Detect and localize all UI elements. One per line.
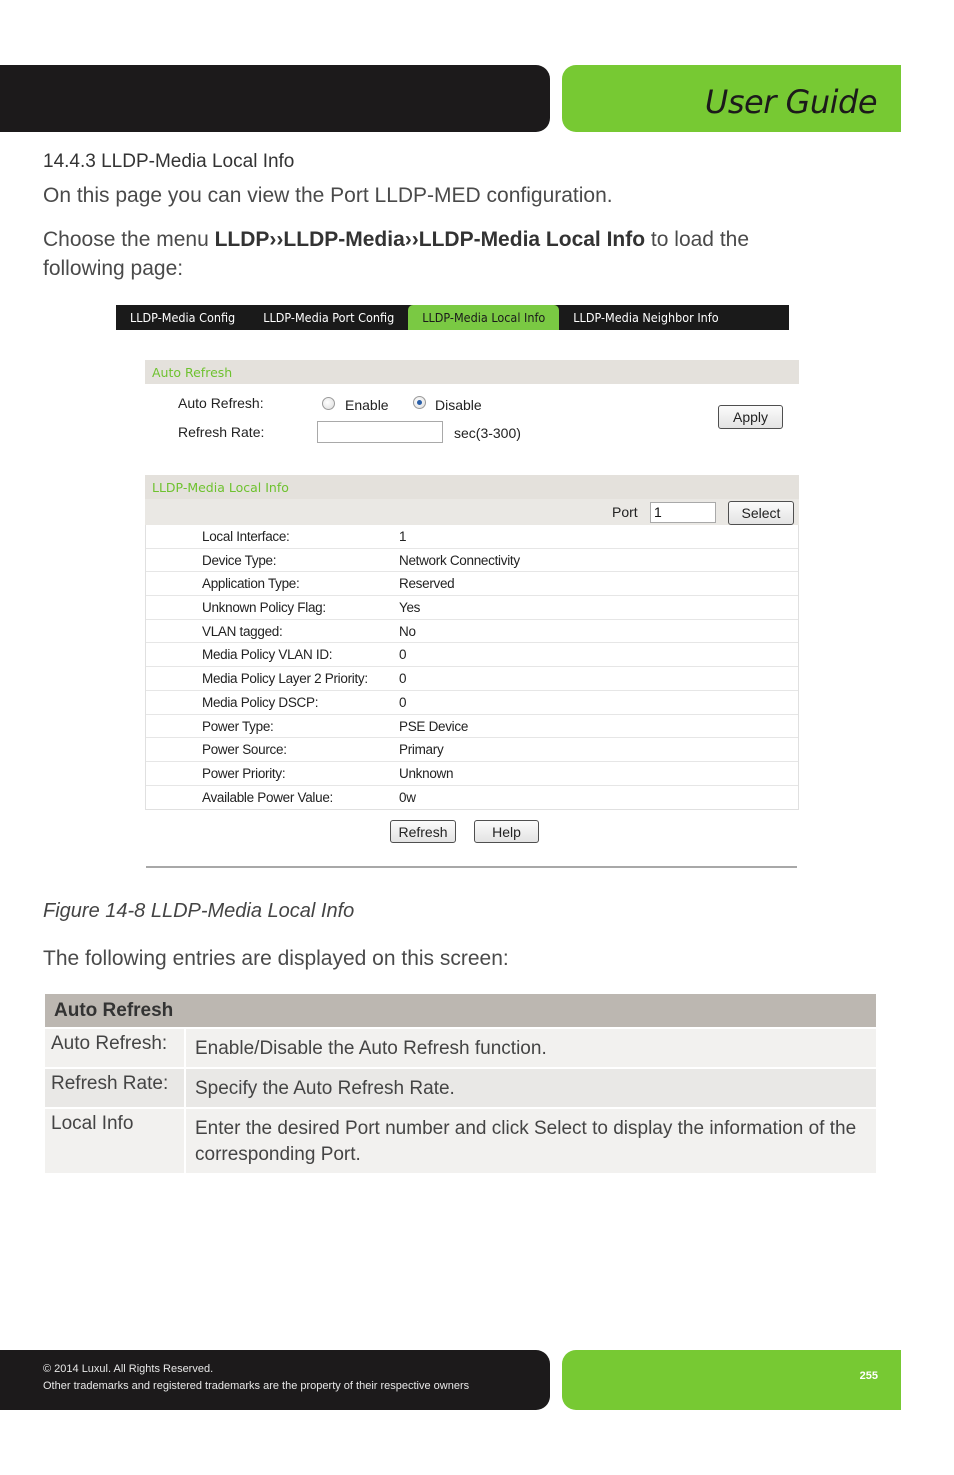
tab-lldp-media-local-info[interactable]: LLDP-Media Local Info — [408, 305, 560, 330]
info-value: Reserved — [399, 576, 455, 592]
info-value: 0w — [399, 789, 416, 805]
footer-green-bar: 255 — [562, 1350, 901, 1410]
intro-paragraph: On this page you can view the Port LLDP-… — [43, 184, 613, 207]
info-key: Application Type: — [202, 576, 300, 592]
info-key: Power Priority: — [202, 765, 286, 781]
description-table-header: Auto Refresh — [45, 994, 876, 1027]
info-row: Power Priority: Unknown — [146, 762, 798, 786]
enable-radio-label[interactable]: Enable — [345, 397, 389, 413]
refresh-rate-label: Refresh Rate: — [178, 424, 265, 440]
section-title: 14.4.3 LLDP-Media Local Info — [43, 151, 295, 172]
info-row: Unknown Policy Flag: Yes — [146, 596, 798, 620]
field-description: Specify the Auto Refresh Rate. — [186, 1069, 876, 1107]
description-row: Refresh Rate: Specify the Auto Refresh R… — [45, 1069, 876, 1107]
menu-path: LLDP››LLDP-Media››LLDP-Media Local Info — [214, 228, 646, 251]
port-label: Port — [612, 504, 638, 520]
auto-refresh-panel-header: Auto Refresh — [145, 360, 799, 384]
footer-dark-bar: © 2014 Luxul. All Rights Reserved. Other… — [0, 1350, 550, 1410]
select-button[interactable]: Select — [728, 501, 794, 525]
refresh-button[interactable]: Refresh — [390, 820, 456, 843]
help-button[interactable]: Help — [474, 820, 539, 843]
local-info-table: Local Interface: 1 Device Type: Network Co… — [145, 525, 799, 811]
auto-refresh-label: Auto Refresh: — [178, 395, 264, 411]
info-key: Unknown Policy Flag: — [202, 600, 326, 616]
info-key: Media Policy DSCP: — [202, 694, 319, 710]
tab-lldp-media-port-config[interactable]: LLDP-Media Port Config — [249, 305, 408, 330]
info-row: Power Source: Primary — [146, 738, 798, 762]
refresh-rate-hint: sec(3-300) — [454, 425, 521, 441]
description-table: Auto Refresh Auto Refresh: Enable/Disabl… — [45, 994, 876, 1173]
info-key: Power Source: — [202, 742, 287, 758]
figure-caption: Figure 14-8 LLDP-Media Local Info — [43, 900, 355, 922]
port-input[interactable]: 1 — [650, 502, 716, 523]
tab-lldp-media-config[interactable]: LLDP-Media Config — [116, 305, 249, 330]
description-row: Local Info Enter the desired Port number… — [45, 1109, 876, 1173]
screenshot-divider — [146, 866, 797, 868]
info-row: Local Interface: 1 — [146, 525, 798, 549]
field-name: Auto Refresh: — [45, 1029, 184, 1067]
info-row: Power Type: PSE Device — [146, 715, 798, 739]
header-dark-bar — [0, 65, 550, 132]
field-description: Enter the desired Port number and click … — [186, 1109, 876, 1173]
header-green-bar: User Guide — [562, 65, 901, 132]
tab-bar: LLDP-Media Config LLDP-Media Port Config… — [116, 305, 789, 330]
info-value: Unknown — [399, 765, 454, 781]
apply-button[interactable]: Apply — [718, 405, 783, 429]
info-row: Media Policy VLAN ID: 0 — [146, 643, 798, 668]
disable-radio-label[interactable]: Disable — [435, 397, 482, 413]
info-row: Application Type: Reserved — [146, 572, 798, 597]
copyright-text: © 2014 Luxul. All Rights Reserved. — [43, 1363, 214, 1375]
info-row: Device Type: Network Connectivity — [146, 549, 798, 573]
info-row: VLAN tagged: No — [146, 620, 798, 644]
auto-refresh-panel-title: Auto Refresh — [152, 365, 233, 380]
info-key: Device Type: — [202, 552, 277, 568]
field-description: Enable/Disable the Auto Refresh function… — [186, 1029, 876, 1067]
info-value: No — [399, 623, 416, 639]
menu-prefix: Choose the menu — [43, 228, 215, 251]
info-key: Power Type: — [202, 718, 274, 734]
description-row: Auto Refresh: Enable/Disable the Auto Re… — [45, 1029, 876, 1067]
enable-radio[interactable] — [322, 397, 335, 410]
info-row: Media Policy Layer 2 Priority: 0 — [146, 667, 798, 691]
trademark-text: Other trademarks and registered trademar… — [43, 1380, 470, 1392]
info-value: 0 — [399, 694, 407, 710]
info-value: Primary — [399, 742, 444, 758]
local-info-panel-header: LLDP-Media Local Info — [145, 475, 799, 499]
info-value: PSE Device — [399, 718, 469, 734]
field-name: Refresh Rate: — [45, 1069, 184, 1107]
info-row: Media Policy DSCP: 0 — [146, 691, 798, 715]
info-value: 0 — [399, 647, 407, 663]
info-row: Available Power Value: 0w — [146, 786, 798, 810]
field-name: Local Info — [45, 1109, 184, 1173]
page-number: 255 — [859, 1370, 878, 1382]
info-value: Yes — [399, 600, 421, 616]
entries-intro: The following entries are displayed on t… — [43, 947, 509, 970]
info-value: 1 — [399, 529, 407, 544]
info-key: VLAN tagged: — [202, 623, 283, 639]
info-key: Local Interface: — [202, 529, 290, 544]
refresh-rate-input[interactable] — [317, 421, 443, 443]
guide-title: User Guide — [704, 83, 878, 121]
tab-lldp-media-neighbor-info[interactable]: LLDP-Media Neighbor Info — [559, 305, 732, 330]
info-key: Available Power Value: — [202, 789, 333, 805]
info-key: Media Policy VLAN ID: — [202, 647, 333, 663]
info-key: Media Policy Layer 2 Priority: — [202, 671, 368, 687]
info-value: Network Connectivity — [399, 552, 520, 568]
menu-instruction: Choose the menu LLDP››LLDP-Media››LLDP-M… — [43, 225, 803, 283]
local-info-panel-title: LLDP-Media Local Info — [152, 480, 289, 495]
disable-radio[interactable] — [413, 396, 426, 409]
info-value: 0 — [399, 671, 407, 687]
